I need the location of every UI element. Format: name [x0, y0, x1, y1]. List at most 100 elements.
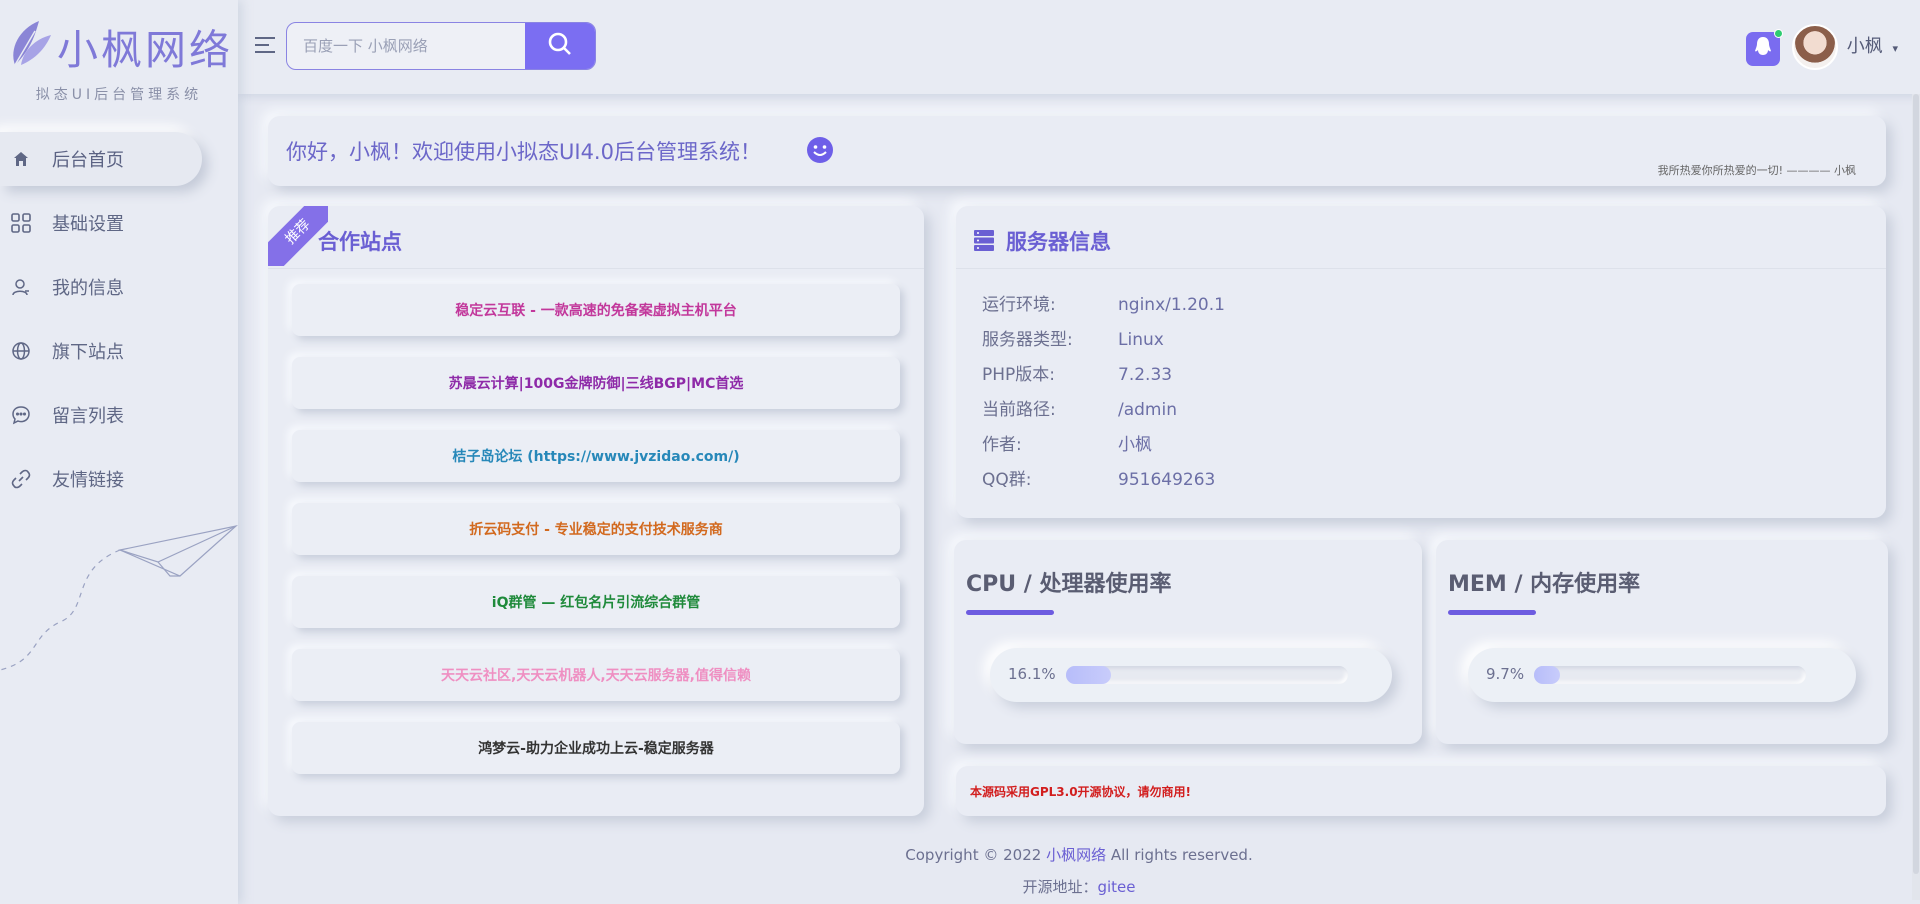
info-value: 7.2.33: [1118, 365, 1173, 385]
license-notice-text: 本源码采用GPL3.0开源协议，请勿商用!: [970, 785, 1192, 799]
search-icon: [547, 31, 573, 61]
sidebar-item-label: 基础设置: [52, 214, 124, 235]
info-value: nginx/1.20.1: [1118, 295, 1225, 315]
grid-icon: [10, 212, 32, 234]
mem-progress-fill: [1534, 666, 1561, 684]
search-button[interactable]: [525, 23, 595, 69]
copyright-prefix: Copyright © 2022: [905, 846, 1047, 864]
home-icon: [10, 148, 32, 170]
sidebar-item-label: 留言列表: [52, 406, 124, 427]
info-value: 951649263: [1118, 470, 1216, 490]
chat-icon: [10, 404, 32, 426]
sidebar-item-sites[interactable]: 旗下站点: [0, 324, 202, 378]
menu-toggle-icon[interactable]: [254, 36, 276, 58]
sidebar-nav: 后台首页 基础设置 我的信息 旗下站点 留言列表 友情链接: [0, 132, 238, 506]
divider: [956, 268, 1886, 269]
sidebar-item-label: 我的信息: [52, 278, 124, 299]
sidebar-item-label: 后台首页: [52, 150, 124, 171]
cpu-title: CPU / 处理器使用率: [966, 572, 1172, 597]
mem-progress-track: [1534, 666, 1806, 684]
partner-link[interactable]: 苏晨云计算|100G金牌防御|三线BGP|MC首选: [292, 357, 900, 409]
info-value: 小枫: [1118, 435, 1152, 455]
info-key: 服务器类型:: [982, 330, 1073, 350]
sidebar: 小枫网络 拟态UI后台管理系统 后台首页 基础设置 我的信息 旗下站点 留言列表…: [0, 0, 239, 904]
cpu-usage-card: CPU / 处理器使用率 16.1%: [954, 540, 1422, 744]
partner-link[interactable]: 桔子岛论坛 (https://www.jvzidao.com/): [292, 430, 900, 482]
source-label: 开源地址：: [1022, 878, 1098, 896]
motto-text: 我所热爱你所热爱的一切! ———— 小枫: [1657, 164, 1856, 177]
paper-plane-decoration: [0, 510, 239, 714]
info-key: QQ群:: [982, 470, 1032, 490]
leaf-logo-icon: [5, 19, 53, 73]
cpu-progress-pill: 16.1%: [990, 648, 1392, 702]
server-info-row: 作者: 小枫: [982, 430, 1152, 455]
info-key: 作者:: [982, 435, 1022, 455]
source-link[interactable]: gitee: [1097, 878, 1135, 896]
info-key: 当前路径:: [982, 400, 1056, 420]
user-menu[interactable]: 小枫 ▾: [1847, 32, 1898, 58]
mem-usage-card: MEM / 内存使用率 9.7%: [1436, 540, 1888, 744]
sidebar-item-home[interactable]: 后台首页: [0, 132, 202, 186]
server-info-row: 服务器类型: Linux: [982, 325, 1164, 350]
online-status-dot: [1774, 29, 1783, 38]
search-box: [286, 22, 596, 70]
footer-source: 开源地址：gitee: [238, 876, 1920, 897]
info-value: /admin: [1118, 400, 1177, 420]
welcome-card: 你好，小枫！欢迎使用小拟态UI4.0后台管理系统！ 我所热爱你所热爱的一切! —…: [268, 116, 1886, 186]
mem-percent-label: 9.7%: [1486, 665, 1525, 683]
page-scrollbar[interactable]: [1912, 94, 1920, 900]
avatar[interactable]: [1792, 24, 1838, 70]
partner-link[interactable]: 鸿梦云-助力企业成功上云-稳定服务器: [292, 722, 900, 774]
partner-link[interactable]: 天天云社区,天天云机器人,天天云服务器,值得信赖: [292, 649, 900, 701]
sidebar-item-profile[interactable]: 我的信息: [0, 260, 202, 314]
sidebar-item-label: 友情链接: [52, 470, 124, 491]
server-info-row: PHP版本: 7.2.33: [982, 360, 1172, 385]
partner-link[interactable]: 折云码支付 - 专业稳定的支付技术服务商: [292, 503, 900, 555]
sidebar-item-messages[interactable]: 留言列表: [0, 388, 202, 442]
brand-subtitle: 拟态UI后台管理系统: [35, 87, 203, 103]
info-key: 运行环境:: [982, 295, 1056, 315]
mem-title: MEM / 内存使用率: [1448, 572, 1641, 597]
globe-icon: [10, 340, 32, 362]
partner-link-list: 稳定云互联 - 一款高速的免备案虚拟主机平台 苏晨云计算|100G金牌防御|三线…: [292, 284, 900, 795]
smiley-icon: [806, 136, 834, 168]
divider: [268, 268, 924, 269]
title-underline: [1448, 610, 1536, 615]
cpu-percent-label: 16.1%: [1008, 665, 1056, 683]
footer-copyright: Copyright © 2022 小枫网络 All rights reserve…: [238, 844, 1920, 865]
server-info-row: 运行环境: nginx/1.20.1: [982, 290, 1225, 315]
mem-progress-pill: 9.7%: [1468, 648, 1856, 702]
brand-title: 小枫网络: [57, 26, 233, 74]
welcome-text: 你好，小枫！欢迎使用小拟态UI4.0后台管理系统！: [286, 140, 761, 164]
cpu-progress-fill: [1066, 666, 1112, 684]
username-label: 小枫: [1846, 36, 1883, 57]
partner-link[interactable]: iQ群管 — 红包名片引流综合群管: [292, 576, 900, 628]
link-icon: [10, 468, 32, 490]
scrollbar-thumb[interactable]: [1913, 94, 1919, 874]
sidebar-item-links[interactable]: 友情链接: [0, 452, 202, 506]
main-content: 你好，小枫！欢迎使用小拟态UI4.0后台管理系统！ 我所热爱你所热爱的一切! —…: [238, 94, 1920, 904]
info-key: PHP版本:: [982, 365, 1056, 385]
license-notice-card: 本源码采用GPL3.0开源协议，请勿商用!: [956, 766, 1886, 816]
partner-link[interactable]: 稳定云互联 - 一款高速的免备案虚拟主机平台: [292, 284, 900, 336]
qq-button[interactable]: [1746, 29, 1783, 66]
server-info-row: QQ群: 951649263: [982, 465, 1215, 490]
top-header: 小枫 ▾: [238, 0, 1920, 94]
caret-down-icon: ▾: [1892, 42, 1898, 55]
sidebar-item-label: 旗下站点: [52, 342, 124, 363]
search-input[interactable]: [287, 23, 525, 69]
server-title: 服务器信息: [1006, 230, 1111, 254]
server-info-row: 当前路径: /admin: [982, 395, 1177, 420]
partners-title: 合作站点: [318, 230, 402, 254]
cpu-progress-track: [1066, 666, 1348, 684]
sidebar-item-settings[interactable]: 基础设置: [0, 196, 202, 250]
copyright-suffix: All rights reserved.: [1106, 846, 1253, 864]
copyright-link[interactable]: 小枫网络: [1046, 846, 1106, 864]
info-value: Linux: [1118, 330, 1164, 350]
logo[interactable]: 小枫网络 拟态UI后台管理系统: [0, 0, 238, 108]
server-info-card: 服务器信息 运行环境: nginx/1.20.1 服务器类型: Linux PHP版…: [956, 206, 1886, 518]
partner-sites-card: 推荐 合作站点 稳定云互联 - 一款高速的免备案虚拟主机平台 苏晨云计算|100…: [268, 206, 924, 816]
title-underline: [966, 610, 1054, 615]
qq-icon: [1754, 36, 1772, 62]
user-icon: [10, 276, 32, 298]
